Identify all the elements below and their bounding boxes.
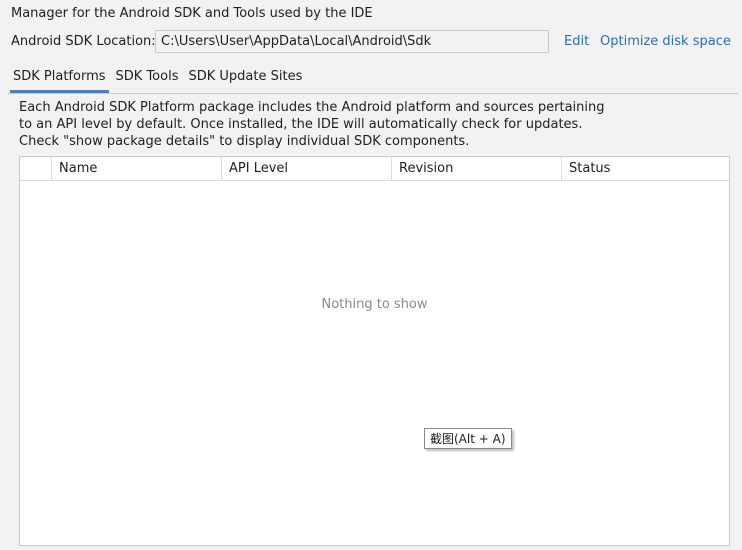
empty-table-message: Nothing to show [321,297,428,312]
column-header-checkbox[interactable] [20,157,51,181]
column-header-name[interactable]: Name [51,157,221,181]
sdk-manager-description: Manager for the Android SDK and Tools us… [11,6,373,21]
optimize-disk-space-link[interactable]: Optimize disk space [600,34,731,49]
sdk-platforms-table[interactable]: Name API Level Revision Status Nothing t… [19,156,730,546]
platforms-info-text: Each Android SDK Platform package includ… [19,100,605,149]
screenshot-tooltip: 截图(Alt + A) [424,428,512,449]
tab-sdk-update-sites[interactable]: SDK Update Sites [183,66,307,93]
table-header: Name API Level Revision Status [20,157,729,181]
column-header-revision[interactable]: Revision [391,157,561,181]
tab-divider [8,93,738,94]
edit-link[interactable]: Edit [564,34,589,49]
column-header-status[interactable]: Status [561,157,729,181]
tab-sdk-platforms[interactable]: SDK Platforms [8,66,111,93]
column-header-api-level[interactable]: API Level [221,157,391,181]
sdk-location-label: Android SDK Location: [11,34,156,49]
tab-sdk-tools[interactable]: SDK Tools [111,66,184,93]
sdk-location-field[interactable]: C:\Users\User\AppData\Local\Android\Sdk [155,30,549,53]
tab-bar: SDK Platforms SDK Tools SDK Update Sites [8,66,307,93]
